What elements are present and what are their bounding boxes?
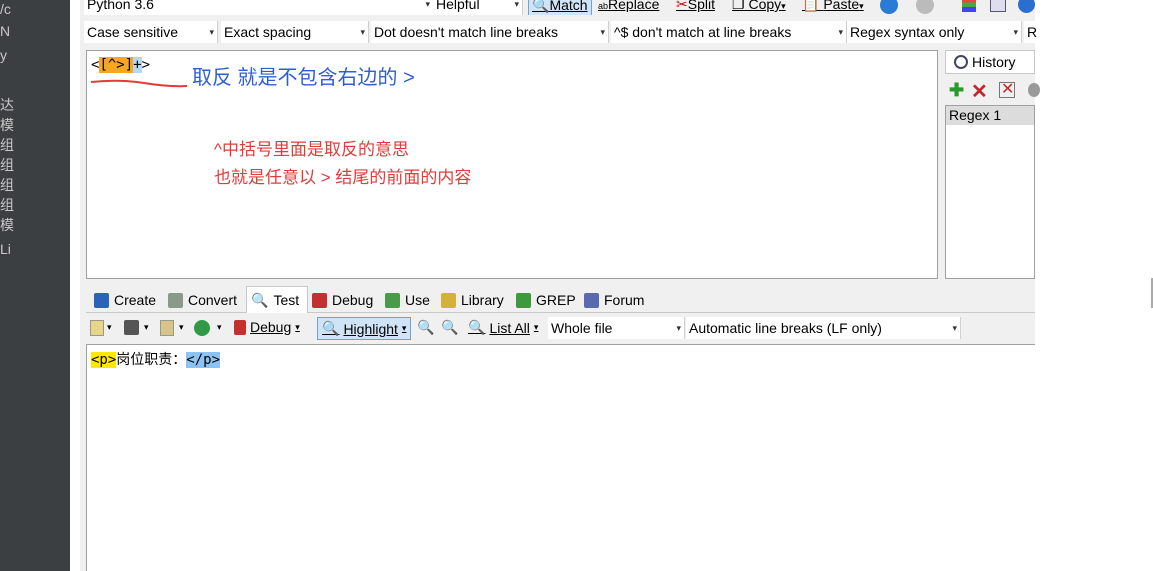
tab-test[interactable]: 🔍 Test [246,286,308,313]
globe-icon[interactable] [880,0,898,14]
clipboard-icon[interactable] [160,320,174,336]
open-file-icon[interactable] [90,320,104,336]
history-panel: History ✚ ✕ ✕ Regex 1 [945,50,1040,279]
strip-char: y [0,47,7,63]
grid-icon[interactable] [962,0,976,12]
red-underline-mark [90,79,188,88]
replace-icon: ab [598,1,609,11]
scissors-icon: ✂ [676,0,688,12]
helpful-select[interactable]: Helpful ▾ [433,0,523,15]
paste-icon: 📋 [802,0,820,12]
zoom-out-icon[interactable]: 🔍 [441,319,458,336]
history-tab[interactable]: History [945,50,1035,74]
history-item[interactable]: Regex 1 [946,106,1034,125]
strip-char: N [0,23,11,39]
debug-icon [312,292,327,308]
paste-button[interactable]: 📋 Paste▾ [802,0,864,14]
scope-select[interactable]: Whole file ▾ [548,317,685,339]
grep-icon [516,292,531,308]
use-icon [385,292,400,308]
tab-convert[interactable]: Convert [164,288,244,312]
magnifier-icon: 🔍 [468,319,486,335]
chevron-down-icon[interactable]: ▾ [217,322,222,333]
test-text: <p>岗位职责：</p> [91,349,221,369]
flavor-select[interactable]: Python 3.6 ▾ [84,0,434,15]
replace-button[interactable]: abReplace [598,0,659,14]
strip-char: 达 [0,97,14,113]
line-breaks-select[interactable]: Automatic line breaks (LF only) ▾ [686,317,961,339]
annotation-blue: 取反 就是不包含右边的 > [192,67,415,89]
annotation-red-line2: 也就是任意以 > 结尾的前面的内容 [214,168,472,187]
strip-char: 组 [0,177,14,193]
help-icon[interactable] [1018,0,1035,13]
magnifier-icon: 🔍 [322,320,340,336]
regex-close: > [141,57,151,73]
create-icon [94,292,109,308]
tab-forum[interactable]: Forum [580,288,650,312]
spacing-select[interactable]: Exact spacing ▾ [221,21,369,43]
save-icon[interactable] [124,320,139,335]
regex-plus: + [133,57,142,73]
highlight-button[interactable]: 🔍 Highlight ▾ [317,317,412,340]
strip-char: 模 [0,217,14,233]
match-highlight-2: </p> [186,352,221,368]
syntax-select[interactable]: Regex syntax only ▾ [847,21,1022,43]
tab-grep[interactable]: GREP [512,288,576,312]
panel-icon[interactable] [990,0,1006,12]
web-icon[interactable] [194,320,210,336]
add-icon[interactable]: ✚ [949,80,964,101]
options-icon[interactable] [1028,83,1040,97]
delete-icon[interactable]: ✕ [971,79,988,104]
history-list: Regex 1 [945,105,1035,279]
test-text-middle: 岗位职责： [116,352,187,368]
convert-icon [168,292,183,308]
chevron-down-icon[interactable]: ▾ [144,322,149,333]
test-toolbar: ▾ ▾ ▾ ▾ Debug ▾ 🔍 Highlight ▾ 🔍 🔍 🔍 List All… [86,314,1035,344]
strip-char: 模 [0,117,14,133]
match-highlight-1: <p> [91,352,117,368]
delete-all-icon[interactable]: ✕ [999,81,1015,98]
copy-icon: ❐ [732,0,745,12]
strip-char: 组 [0,137,14,153]
chevron-down-icon[interactable]: ▾ [107,322,112,333]
match-button[interactable]: 🔍Match [528,0,592,15]
tab-use[interactable]: Use [381,288,433,312]
chevron-down-icon[interactable]: ▾ [179,322,184,333]
test-subject-editor[interactable]: <p>岗位职责：</p> [86,344,1035,571]
library-icon [441,292,456,308]
strip-char: Li [0,241,11,257]
more-select[interactable]: R [1024,21,1037,43]
strip-char: 组 [0,157,14,173]
debug-icon [234,319,246,335]
main-toolbar: Python 3.6 ▾ Helpful ▾ 🔍Match abReplace ✂S… [80,0,1035,15]
tab-bar: Create Convert 🔍 Test Debug Use Library G… [86,286,1035,313]
forum-icon [584,292,599,308]
tab-create[interactable]: Create [90,288,164,312]
circle-icon[interactable] [916,0,934,14]
debug-button[interactable]: Debug ▾ [234,319,300,335]
split-button[interactable]: ✂Split [676,0,715,12]
clock-icon [954,55,968,69]
options-bar: Case sensitive ▾ Exact spacing ▾ Dot doesn… [80,21,1037,45]
zoom-in-icon[interactable]: 🔍 [417,319,434,336]
background-window-strip: /c N y 达 模 组 组 组 组 模 Li [0,0,70,571]
magnifier-icon: 🔍 [251,292,269,308]
regex-text: <[^>]+> [91,57,150,73]
magnifier-icon: 🔍 [532,0,550,13]
list-all-button[interactable]: 🔍 List All ▾ [468,319,538,336]
tab-debug[interactable]: Debug [308,288,378,312]
strip-char: 组 [0,197,14,213]
case-select[interactable]: Case sensitive ▾ [84,21,218,43]
tab-library[interactable]: Library [437,288,509,312]
strip-char: /c [0,1,11,17]
dot-select[interactable]: Dot doesn't match line breaks ▾ [371,21,609,43]
regex-char-class: [^>] [99,57,134,73]
anchors-select[interactable]: ^$ don't match at line breaks ▾ [611,21,847,43]
regex-editor[interactable]: <[^>]+> 取反 就是不包含右边的 > ^中括号里面是取反的意思 也就是任意… [86,50,938,279]
annotation-red-line1: ^中括号里面是取反的意思 [214,140,409,159]
copy-button[interactable]: ❐ Copy▾ [732,0,786,14]
